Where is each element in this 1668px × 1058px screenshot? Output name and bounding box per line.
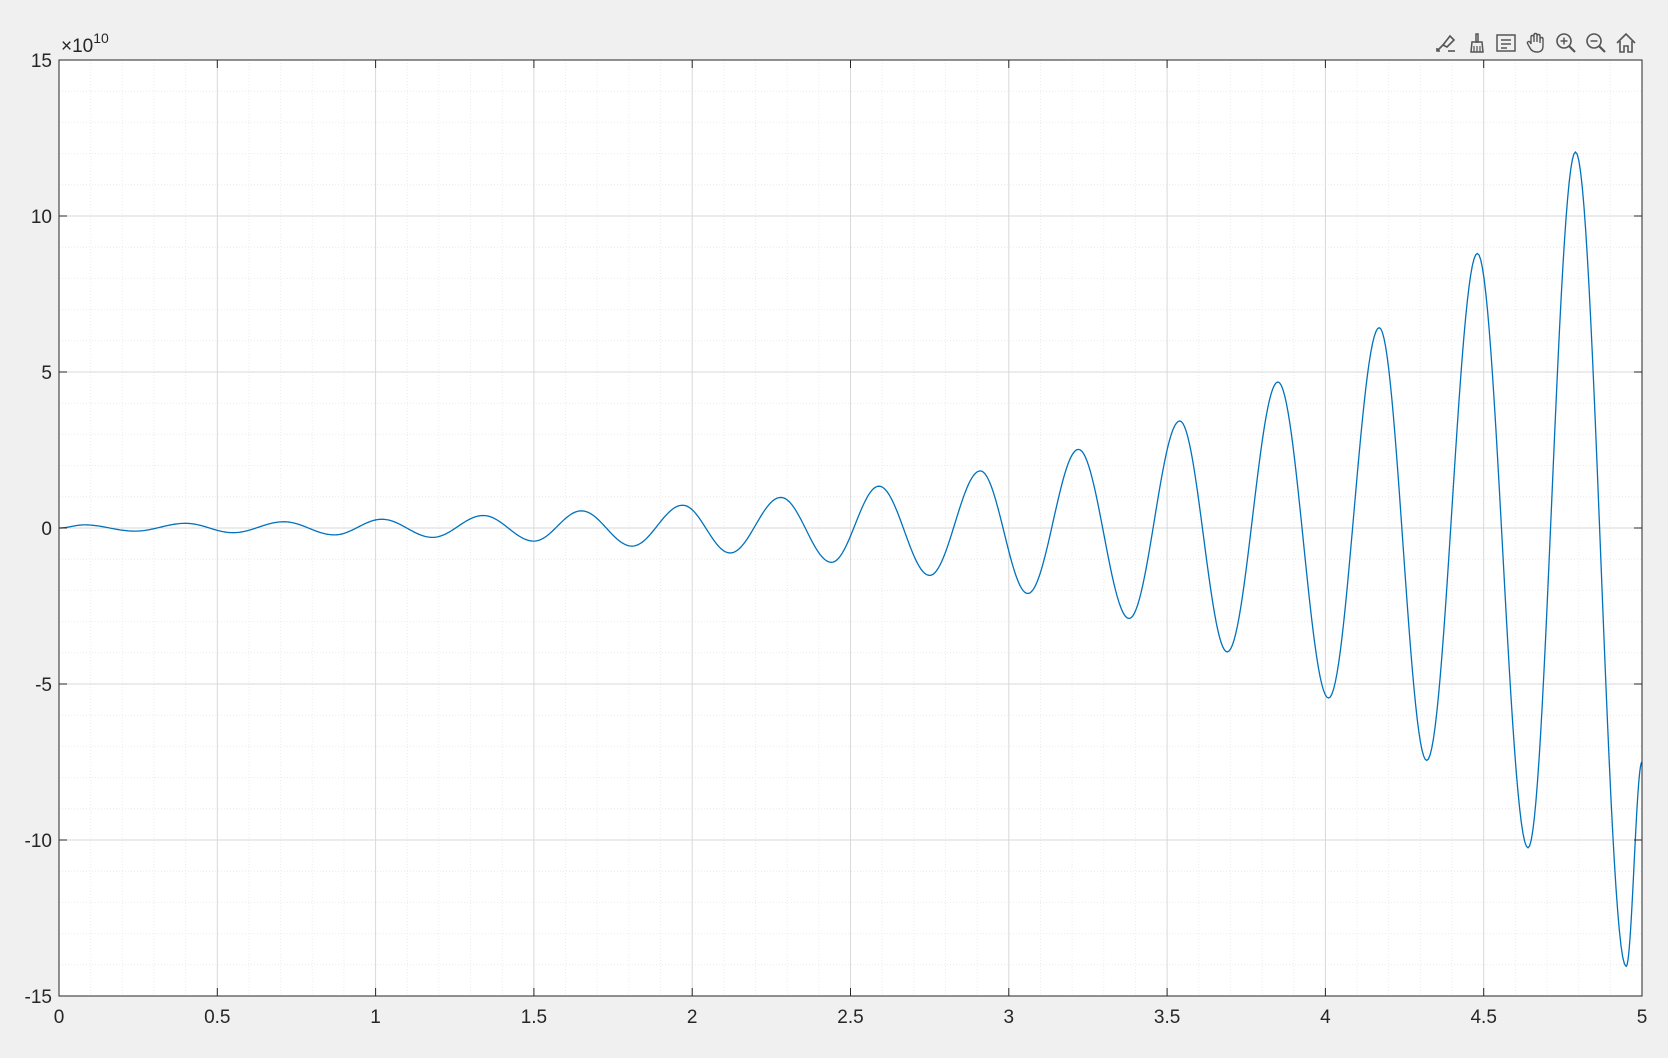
y-exponent-label: ×1010 (61, 30, 109, 57)
x-tick-label: 4 (1320, 1007, 1331, 1028)
line-chart: 0 0.5 1 1.5 2 2.5 3 3.5 4 4.5 5 -15 -10 -5 0 5 10 15 ×10… (25, 30, 1648, 1028)
y-tick-label: 15 (31, 51, 52, 72)
data-tips-icon (1436, 34, 1456, 52)
x-tick-label: 2.5 (837, 1007, 863, 1028)
pan-hand-icon (1526, 32, 1544, 53)
y-tick-label: -10 (25, 831, 52, 852)
x-tick-label: 3 (1004, 1007, 1015, 1028)
x-tick-label: 0 (54, 1007, 65, 1028)
data-tips-button[interactable] (1432, 29, 1460, 57)
figure-window: 0 0.5 1 1.5 2 2.5 3 3.5 4 4.5 5 -15 -10 -5 0 5 10 15 ×10… (0, 0, 1668, 1058)
x-tick-label: 3.5 (1154, 1007, 1180, 1028)
brush-icon (1470, 33, 1484, 53)
axes-toolbar (1432, 28, 1640, 58)
x-tick-label: 2 (687, 1007, 698, 1028)
y-exponent-base: ×10 (61, 36, 93, 57)
zoom-in-button[interactable] (1552, 29, 1580, 57)
x-tick-label: 4.5 (1470, 1007, 1496, 1028)
y-tick-label: 0 (41, 519, 52, 540)
legend-button[interactable] (1492, 29, 1520, 57)
y-tick-label: 5 (41, 363, 52, 384)
pan-button[interactable] (1522, 29, 1550, 57)
y-tick-label: -15 (25, 987, 52, 1008)
home-icon (1616, 32, 1636, 53)
zoom-out-icon (1586, 33, 1606, 53)
zoom-in-icon (1556, 33, 1576, 53)
y-exponent-power: 10 (93, 30, 109, 46)
x-tick-label: 0.5 (204, 1007, 230, 1028)
y-tick-label: -5 (35, 675, 52, 696)
home-button[interactable] (1612, 29, 1640, 57)
legend-icon (1496, 34, 1516, 52)
x-tick-label: 5 (1637, 1007, 1648, 1028)
x-tick-label: 1 (370, 1007, 381, 1028)
zoom-out-button[interactable] (1582, 29, 1610, 57)
y-tick-label: 10 (31, 207, 52, 228)
x-tick-label: 1.5 (521, 1007, 547, 1028)
brush-button[interactable] (1462, 29, 1490, 57)
